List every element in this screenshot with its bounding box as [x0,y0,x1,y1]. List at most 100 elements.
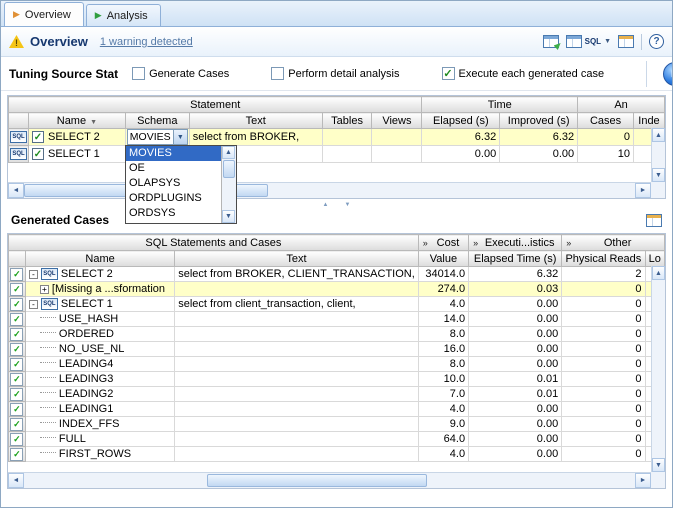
schema-option[interactable]: MOVIES [126,146,221,161]
case-text-cell[interactable] [175,432,419,447]
case-row[interactable]: ✓FULL64.00.000 [9,432,665,447]
cases-horizontal-scrollbar[interactable]: ◄ ► [8,472,651,488]
stmt-col-inde[interactable]: Inde [633,113,664,129]
scrollbar-thumb[interactable] [223,160,235,178]
cases-col-lo[interactable]: Lo [645,251,664,267]
case-name-cell[interactable]: +[Missing a ...sformation [25,282,174,297]
case-row[interactable]: ✓LEADING27.00.010 [9,387,665,402]
case-name-cell[interactable]: ORDERED [25,327,174,342]
case-text-cell[interactable] [175,447,419,462]
case-name-cell[interactable]: INDEX_FFS [25,417,174,432]
case-text-cell[interactable]: select from BROKER, CLIENT_TRANSACTION, [175,267,419,282]
stmt-col-views[interactable]: Views [372,113,422,129]
case-row[interactable]: ✓NO_USE_NL16.00.000 [9,342,665,357]
case-row[interactable]: ✓USE_HASH14.00.000 [9,312,665,327]
export-report-icon[interactable] [543,35,559,48]
scroll-left-button[interactable]: ◄ [8,183,24,198]
adjust-columns-icon[interactable] [646,214,662,227]
case-text-cell[interactable] [175,387,419,402]
schema-option[interactable]: ORDPLUGINS [126,191,221,206]
scroll-right-button[interactable]: ► [635,183,651,198]
stmt-name-cell[interactable]: ✓SELECT 1 [29,146,126,163]
case-name-cell[interactable]: -SQLSELECT 1 [25,297,174,312]
case-row[interactable]: ✓-SQLSELECT 1select from client_transact… [9,297,665,312]
scroll-right-button[interactable]: ► [635,473,651,488]
scrollbar-track[interactable] [24,183,635,198]
case-row[interactable]: ✓LEADING14.00.000 [9,402,665,417]
section-splitter[interactable]: ▲ ▼ [1,199,672,210]
case-name-cell[interactable]: USE_HASH [25,312,174,327]
cases-col-value[interactable]: Value [418,251,468,267]
case-row[interactable]: ✓INDEX_FFS9.00.000 [9,417,665,432]
checkbox-box[interactable] [132,67,145,80]
scroll-down-button[interactable]: ▼ [652,168,665,182]
checkbox-generate-cases[interactable]: Generate Cases [132,67,229,80]
scrollbar-track[interactable] [652,142,665,168]
scrollbar-track[interactable] [652,280,665,458]
case-text-cell[interactable] [175,402,419,417]
statement-row[interactable]: SQL✓SELECT 2MOVIES▼select from BROKER,6.… [9,129,665,146]
checkbox-box[interactable] [271,67,284,80]
schema-combobox[interactable]: MOVIES▼ [127,129,188,145]
cases-vertical-scrollbar[interactable]: ▲ ▼ [651,266,665,472]
run-tuning-button[interactable]: ▶ [663,62,673,86]
case-row[interactable]: ✓LEADING48.00.000 [9,357,665,372]
case-row[interactable]: ✓ORDERED8.00.000 [9,327,665,342]
case-name-cell[interactable]: LEADING2 [25,387,174,402]
scrollbar-track[interactable] [222,159,236,210]
case-name-cell[interactable]: -SQLSELECT 2 [25,267,174,282]
copy-results-icon[interactable] [618,35,634,48]
schema-option[interactable]: ORDSYS [126,206,221,221]
expand-group-icon[interactable]: » [565,238,574,248]
stmt-col-cases[interactable]: Cases [578,113,634,129]
scroll-up-button[interactable]: ▲ [222,146,235,159]
statements-horizontal-scrollbar[interactable]: ◄ ► [8,182,651,198]
case-text-cell[interactable] [175,372,419,387]
case-text-cell[interactable] [175,417,419,432]
statements-vertical-scrollbar[interactable]: ▲ ▼ [651,128,665,182]
cases-col-elapsed-time-s[interactable]: Elapsed Time (s) [469,251,562,267]
expand-group-icon[interactable]: » [472,238,481,248]
case-row[interactable]: ✓FIRST_ROWS4.00.000 [9,447,665,462]
case-name-cell[interactable]: LEADING3 [25,372,174,387]
checkbox-perform-detail-analysis[interactable]: Perform detail analysis [271,67,399,80]
stmt-name-cell[interactable]: ✓SELECT 2 [29,129,126,146]
tab-analysis[interactable]: ▶Analysis [86,4,161,26]
tab-overview[interactable]: ▶Overview [4,2,84,26]
stmt-schema-cell[interactable]: MOVIES▼ [125,129,189,146]
case-name-cell[interactable]: NO_USE_NL [25,342,174,357]
case-name-cell[interactable]: LEADING1 [25,402,174,417]
case-name-cell[interactable]: LEADING4 [25,357,174,372]
schema-option[interactable]: OE [126,161,221,176]
chevron-down-icon[interactable]: ▼ [604,38,611,45]
case-name-cell[interactable]: FIRST_ROWS [25,447,174,462]
stmt-col-improved-s[interactable]: Improved (s) [500,113,578,129]
case-text-cell[interactable] [175,282,419,297]
warning-link[interactable]: 1 warning detected [100,36,193,48]
case-row[interactable]: ✓+[Missing a ...sformation274.00.030 [9,282,665,297]
cases-col-name[interactable]: Name [25,251,174,267]
stmt-col-name[interactable]: Name▼ [29,113,126,129]
combo-dropdown-button[interactable]: ▼ [173,130,187,144]
cases-col-physical-reads[interactable]: Physical Reads [562,251,645,267]
schema-option[interactable]: OLAPSYS [126,176,221,191]
stmt-text-cell[interactable]: select from BROKER, [189,129,322,146]
stmt-col-elapsed-s[interactable]: Elapsed (s) [422,113,500,129]
statement-row[interactable]: SQL✓SELECT 10.000.0010 [9,146,665,163]
splitter-collapse-down-icon[interactable]: ▼ [345,202,351,208]
scroll-down-button[interactable]: ▼ [222,210,235,223]
case-name-cell[interactable]: FULL [25,432,174,447]
checkbox-execute-each-generated-case[interactable]: ✓Execute each generated case [442,67,605,80]
row-checkbox[interactable]: ✓ [32,131,44,143]
scroll-up-button[interactable]: ▲ [652,266,665,280]
checkbox-box[interactable]: ✓ [442,67,455,80]
case-text-cell[interactable]: select from client_transaction, client, [175,297,419,312]
row-checkbox[interactable]: ✓ [32,148,44,160]
scrollbar-thumb[interactable] [207,474,427,487]
stmt-col-schema[interactable]: Schema [125,113,189,129]
case-text-cell[interactable] [175,312,419,327]
help-button[interactable]: ? [649,34,664,49]
scroll-left-button[interactable]: ◄ [8,473,24,488]
stmt-col-text[interactable]: Text [189,113,322,129]
collapse-icon[interactable]: - [29,300,38,309]
